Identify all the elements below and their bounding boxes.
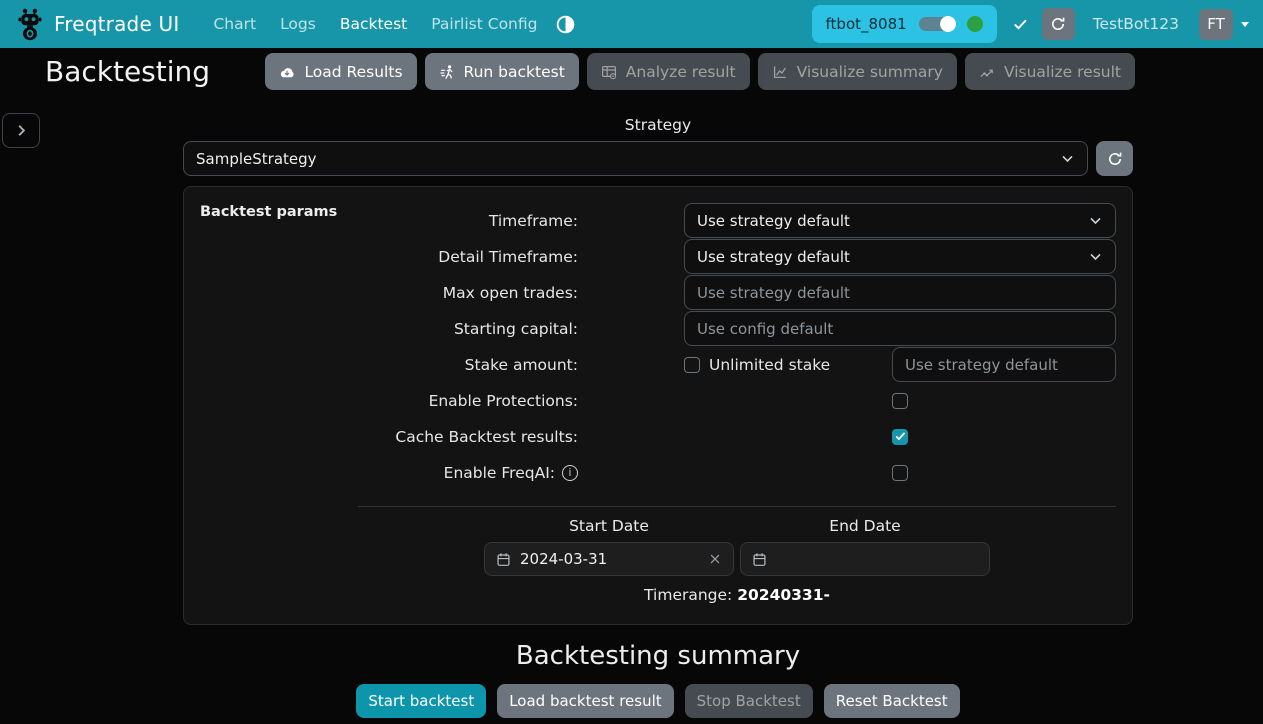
- page-title: Backtesting: [45, 55, 210, 88]
- enable-freqai-label: Enable FreqAI:: [444, 464, 555, 482]
- chevron-down-icon: [1241, 22, 1249, 27]
- load-results-button[interactable]: Load Results: [265, 53, 416, 90]
- enable-freqai-checkbox[interactable]: [892, 465, 908, 481]
- nav-link-chart[interactable]: Chart: [204, 15, 265, 33]
- enable-protections-label: Enable Protections:: [358, 392, 684, 410]
- visualize-summary-button[interactable]: Visualize summary: [758, 53, 957, 90]
- strategy-select-value: SampleStrategy: [196, 150, 317, 168]
- nav-link-pairlist-config[interactable]: Pairlist Config: [422, 15, 546, 33]
- stop-backtest-button[interactable]: Stop Backtest: [685, 684, 813, 718]
- timeframe-select[interactable]: Use strategy default: [684, 203, 1116, 238]
- bot-online-toggle[interactable]: [919, 17, 955, 31]
- freqtrade-robot-logo-icon: [14, 7, 46, 41]
- strategy-label: Strategy: [183, 116, 1133, 134]
- navbar: Freqtrade UI Chart Logs Backtest Pairlis…: [0, 0, 1263, 48]
- table-gear-icon: [601, 64, 617, 80]
- run-backtest-button[interactable]: Run backtest: [425, 53, 579, 90]
- graph-up-icon: [979, 64, 995, 80]
- form-row-timeframe: Timeframe: Use strategy default: [358, 203, 1116, 238]
- nav-link-logs[interactable]: Logs: [271, 15, 325, 33]
- cloud-download-icon: [279, 64, 295, 80]
- detail-timeframe-select[interactable]: Use strategy default: [684, 239, 1116, 274]
- cache-results-label: Cache Backtest results:: [358, 428, 684, 446]
- backtesting-summary-title: Backtesting summary: [183, 641, 1133, 671]
- chevron-right-icon: [14, 123, 29, 138]
- summary-button-group: Start backtest Load backtest result Stop…: [183, 684, 1133, 718]
- date-range-section: Start Date End Date 2024-03-31: [484, 511, 990, 604]
- form-row-starting-capital: Starting capital:: [358, 311, 1116, 346]
- bot-status-dot: [967, 16, 983, 32]
- app-title: Freqtrade UI: [54, 12, 179, 36]
- start-date-input[interactable]: 2024-03-31: [484, 542, 734, 576]
- enable-protections-checkbox[interactable]: [892, 393, 908, 409]
- form-row-enable-protections: Enable Protections:: [358, 383, 1116, 418]
- max-open-trades-label: Max open trades:: [358, 284, 684, 302]
- start-date-label: Start Date: [484, 511, 734, 542]
- chevron-down-icon: [1088, 249, 1103, 264]
- run-icon: [439, 64, 455, 80]
- form-row-max-open-trades: Max open trades:: [358, 275, 1116, 310]
- starting-capital-input[interactable]: [684, 311, 1116, 346]
- info-icon[interactable]: i: [562, 465, 578, 481]
- calendar-icon: [496, 552, 511, 567]
- expand-left-panel-button[interactable]: [2, 113, 40, 148]
- header-button-group: Load Results Run backtest Analyze re: [265, 53, 1135, 90]
- refresh-icon: [1107, 151, 1123, 167]
- timeframe-label: Timeframe:: [358, 212, 684, 230]
- divider: [358, 506, 1116, 507]
- form-row-enable-freqai: Enable FreqAI: i: [358, 455, 1116, 490]
- load-backtest-result-button[interactable]: Load backtest result: [497, 684, 673, 718]
- stake-amount-label: Stake amount:: [358, 356, 684, 374]
- page-header: Backtesting Load Results Run backtest: [0, 48, 1263, 95]
- timerange-text: Timerange: 20240331-: [484, 586, 990, 604]
- form-row-detail-timeframe: Detail Timeframe: Use strategy default: [358, 239, 1116, 274]
- starting-capital-label: Starting capital:: [358, 320, 684, 338]
- analyze-result-button[interactable]: Analyze result: [587, 53, 750, 90]
- backtest-params-form: Timeframe: Use strategy default Detail T…: [358, 203, 1116, 604]
- end-date-label: End Date: [740, 511, 990, 542]
- stake-amount-input[interactable]: [892, 347, 1116, 382]
- card-title: Backtest params: [200, 203, 358, 220]
- form-row-stake-amount: Stake amount: Unlimited stake: [358, 347, 1116, 382]
- bot-selector[interactable]: ftbot_8081: [812, 5, 997, 43]
- visualize-result-button[interactable]: Visualize result: [965, 53, 1135, 90]
- max-open-trades-input[interactable]: [684, 275, 1116, 310]
- cache-results-checkbox[interactable]: [892, 429, 908, 445]
- backtest-params-card: Backtest params Timeframe: Use strategy …: [183, 186, 1133, 625]
- check-icon: [1013, 17, 1028, 32]
- start-backtest-button[interactable]: Start backtest: [356, 684, 486, 718]
- bot-name: ftbot_8081: [826, 15, 907, 33]
- chart-line-icon: [772, 64, 788, 80]
- nav-link-backtest[interactable]: Backtest: [331, 15, 416, 33]
- avatar: FT: [1199, 9, 1233, 40]
- chevron-down-icon: [1060, 151, 1075, 166]
- unlimited-stake-checkbox[interactable]: [684, 357, 700, 373]
- detail-timeframe-label: Detail Timeframe:: [358, 248, 684, 266]
- strategy-select[interactable]: SampleStrategy: [183, 141, 1088, 176]
- reset-backtest-button[interactable]: Reset Backtest: [824, 684, 960, 718]
- refresh-strategies-button[interactable]: [1096, 141, 1133, 176]
- theme-toggle-icon[interactable]: [556, 15, 575, 34]
- backtest-main: Strategy SampleStrategy Backtest params: [183, 116, 1133, 718]
- start-date-value: 2024-03-31: [520, 550, 607, 568]
- form-row-cache-results: Cache Backtest results:: [358, 419, 1116, 454]
- unlimited-stake-label: Unlimited stake: [709, 356, 830, 374]
- calendar-icon: [752, 552, 767, 567]
- reload-bot-button[interactable]: [1042, 8, 1075, 40]
- logged-in-username: TestBot123: [1093, 15, 1179, 33]
- end-date-input[interactable]: [740, 542, 990, 576]
- user-menu[interactable]: FT: [1199, 9, 1249, 40]
- clear-start-date-icon[interactable]: [708, 552, 722, 566]
- timerange-value: 20240331-: [737, 586, 830, 604]
- chevron-down-icon: [1088, 213, 1103, 228]
